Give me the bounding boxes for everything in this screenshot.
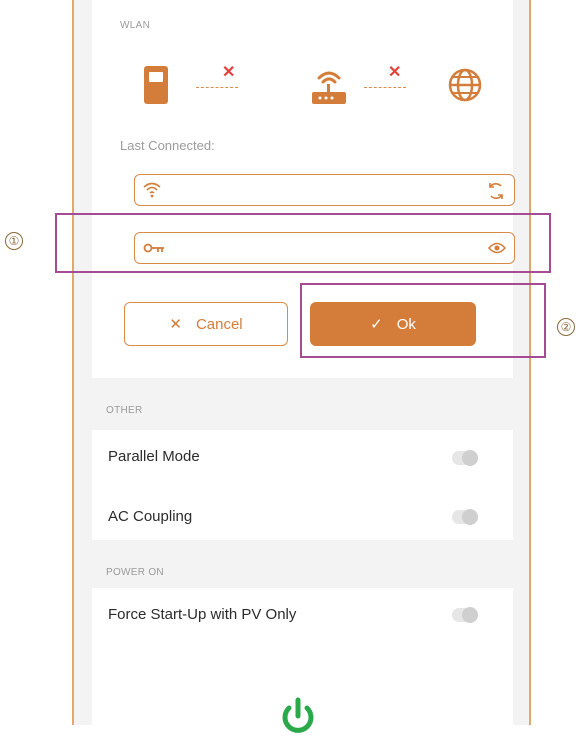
force-startup-toggle[interactable]: [452, 607, 478, 623]
connection-line-1: [196, 87, 238, 88]
other-section-label: OTHER: [106, 405, 143, 416]
other-card: Parallel Mode AC Coupling: [92, 430, 513, 540]
router-icon: [310, 64, 348, 111]
inverter-icon: [144, 66, 168, 109]
ssid-field[interactable]: [134, 174, 515, 206]
close-icon: ✕: [169, 316, 182, 333]
parallel-mode-label: Parallel Mode: [108, 448, 200, 465]
power-on-section-label: POWER ON: [106, 567, 164, 578]
power-icon[interactable]: [278, 696, 318, 741]
disconnected-icon-1: ✕: [222, 64, 236, 81]
last-connected-label: Last Connected:: [120, 138, 215, 153]
wifi-icon: [143, 182, 161, 203]
disconnected-icon-2: ✕: [388, 64, 402, 81]
force-startup-label: Force Start-Up with PV Only: [108, 606, 297, 623]
cancel-label: Cancel: [195, 315, 243, 333]
app-screen: WLAN ✕ ✕ Last Connected: OTHER Parallel …: [72, 0, 531, 733]
cancel-button[interactable]: ✕ Cancel: [124, 302, 288, 346]
annotation-box-1: [55, 213, 551, 273]
annotation-number-2: ②: [557, 318, 575, 336]
globe-icon: [448, 68, 482, 107]
connection-line-2: [364, 87, 406, 88]
annotation-box-2: [300, 283, 546, 358]
parallel-mode-toggle[interactable]: [452, 450, 478, 466]
power-on-card: Force Start-Up with PV Only: [92, 588, 513, 733]
ac-coupling-label: AC Coupling: [108, 508, 193, 525]
ac-coupling-toggle[interactable]: [452, 509, 478, 525]
refresh-icon[interactable]: [486, 181, 506, 206]
wlan-section-label: WLAN: [120, 20, 151, 31]
annotation-number-1: ①: [5, 232, 23, 250]
